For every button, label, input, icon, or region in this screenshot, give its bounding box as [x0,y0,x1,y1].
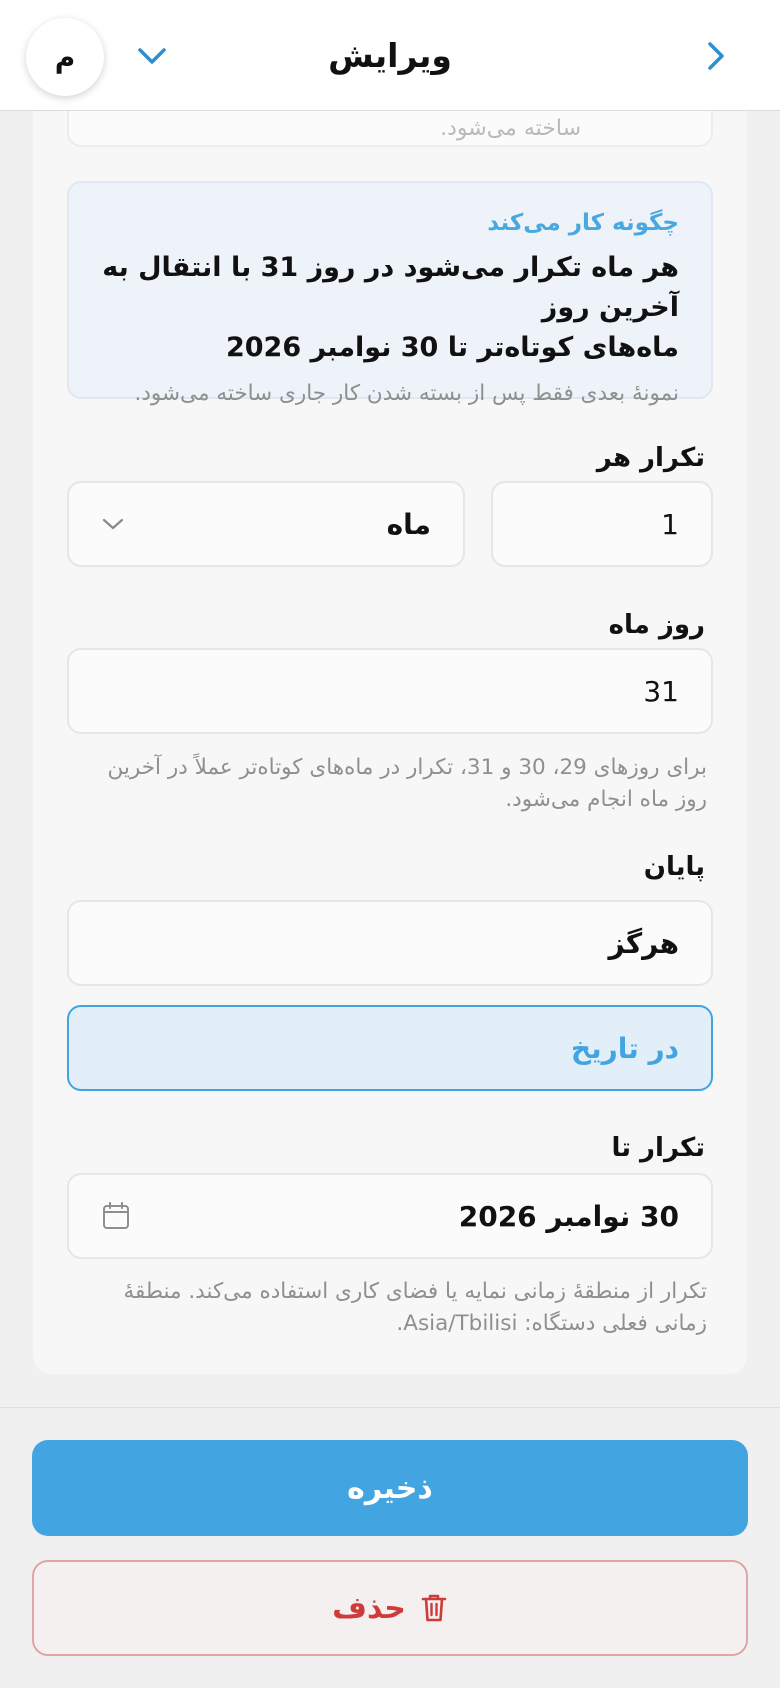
chevron-down-icon[interactable] [136,40,168,72]
day-of-month-input[interactable]: 31 [67,648,713,734]
avatar-letter: م [54,40,76,74]
end-option-on-date[interactable]: در تاریخ [67,1005,713,1091]
how-it-works-title: چگونه کار می‌کند [487,210,679,236]
end-label: پایان [643,852,705,882]
repeat-every-label: تکرار هر [596,443,705,473]
calendar-icon[interactable] [101,1201,131,1231]
save-button[interactable]: ذخیره [32,1440,748,1536]
interval-value: 1 [661,507,679,541]
day-of-month-help: برای روزهای 29، 30 و 31، تکرار در ماه‌ها… [107,755,707,812]
back-button[interactable] [696,36,736,76]
repeat-until-value: 30 نوامبر 2026 [458,1199,679,1233]
delete-button[interactable]: حذف [32,1560,748,1656]
summary-line-2: ماه‌های کوتاه‌تر تا 30 نوامبر 2026 [225,332,679,363]
how-it-works-note: نمونهٔ بعدی فقط پس از بسته شدن کار جاری … [134,381,679,406]
interval-input[interactable]: 1 [491,481,713,567]
delete-button-label: حذف [332,1590,406,1626]
timezone-help: تکرار از منطقهٔ زمانی نمایه یا فضای کاری… [123,1279,707,1336]
footer-divider [0,1407,780,1408]
how-it-works-box: چگونه کار می‌کند هر ماه تکرار می‌شود در … [67,181,713,406]
day-of-month-label: روز ماه [608,610,705,640]
page-title: ویرایش [328,36,452,75]
day-of-month-value: 31 [643,674,679,708]
app-header: م ویرایش [0,0,780,111]
end-option-never[interactable]: هرگز [67,900,713,986]
unit-select[interactable]: ماه [67,481,465,567]
chevron-right-icon [708,42,724,70]
how-it-works-summary: هر ماه تکرار می‌شود در روز 31 با انتقال … [101,248,679,368]
end-option-never-label: هرگز [608,926,679,960]
end-option-on-date-label: در تاریخ [570,1031,679,1065]
trash-icon [421,1594,447,1622]
avatar[interactable]: م [26,18,104,96]
summary-line-1: هر ماه تکرار می‌شود در روز 31 با انتقال … [102,252,679,323]
previous-card-text: ساخته می‌شود. [440,116,581,141]
repeat-until-label: تکرار تا [611,1133,705,1163]
chevron-down-icon [102,518,124,530]
unit-value: ماه [386,507,431,541]
save-button-label: ذخیره [347,1470,433,1506]
repeat-until-date-input[interactable]: 30 نوامبر 2026 [67,1173,713,1259]
